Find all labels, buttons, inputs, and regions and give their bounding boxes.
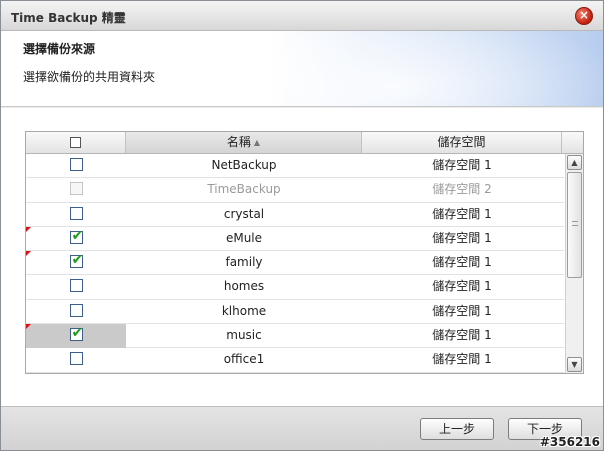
table-row[interactable]: ✔ family 儲存空間 1 <box>26 251 564 276</box>
row-checkbox-cell: ✔ <box>26 251 126 275</box>
row-name: klhome <box>221 303 267 318</box>
window-title: Time Backup 精靈 <box>11 11 126 25</box>
row-checkbox-cell <box>26 154 126 178</box>
row-checkbox[interactable] <box>69 206 83 220</box>
header-spacer <box>562 132 583 153</box>
modified-flag-icon <box>26 251 31 257</box>
row-storage: 儲存空間 1 <box>432 206 492 221</box>
select-all-checkbox[interactable] <box>70 136 81 148</box>
select-all-column <box>26 132 126 153</box>
row-storage: 儲存空間 1 <box>432 230 492 245</box>
grip-icon <box>572 221 578 226</box>
scroll-up-icon[interactable]: ▲ <box>567 155 582 170</box>
storage-column-label: 儲存空間 <box>437 135 486 149</box>
row-name: NetBackup <box>211 158 277 172</box>
wizard-window: Time Backup 精靈 × 選擇備份來源 選擇欲備份的共用資料夾 名稱 ▲ … <box>0 0 604 451</box>
storage-column-header[interactable]: 儲存空間 <box>362 132 562 153</box>
name-column-label: 名稱 <box>226 135 251 149</box>
checkmark-icon: ✔ <box>71 252 84 269</box>
sort-asc-icon: ▲ <box>253 138 261 147</box>
table-row[interactable]: office1 儲存空間 1 <box>26 348 564 373</box>
table-row[interactable]: homes 儲存空間 1 <box>26 275 564 300</box>
step-description: 選擇欲備份的共用資料夾 <box>23 70 156 84</box>
row-checkbox <box>69 182 83 196</box>
row-checkbox[interactable]: ✔ <box>69 325 84 342</box>
grid-body: NetBackup 儲存空間 1 TimeBackup 儲存空間 2 crystal 儲存… <box>26 154 564 373</box>
row-storage: 儲存空間 1 <box>432 352 492 367</box>
row-name: crystal <box>223 206 265 221</box>
row-name: TimeBackup <box>207 182 281 197</box>
row-name: music <box>226 328 262 343</box>
row-checkbox[interactable] <box>69 352 83 366</box>
share-folder-grid: 名稱 ▲ 儲存空間 NetBackup 儲存空間 1 TimeBackup 儲存空間 2… <box>25 131 584 374</box>
row-checkbox[interactable]: ✔ <box>69 227 84 244</box>
step-title: 選擇備份來源 <box>23 42 96 56</box>
row-storage: 儲存空間 1 <box>432 279 492 294</box>
row-storage: 儲存空間 1 <box>432 328 492 343</box>
row-checkbox-cell: ✔ <box>26 324 126 349</box>
table-row[interactable]: klhome 儲存空間 1 <box>26 300 564 325</box>
row-storage: 儲存空間 2 <box>432 182 492 197</box>
row-name: homes <box>223 279 265 294</box>
scroll-down-icon[interactable]: ▼ <box>567 357 582 372</box>
table-row[interactable]: ✔ eMule 儲存空間 1 <box>26 226 564 252</box>
row-checkbox-cell <box>26 348 126 372</box>
row-name: eMule <box>225 230 263 245</box>
row-checkbox-cell <box>26 300 126 324</box>
row-storage: 儲存空間 1 <box>432 303 492 318</box>
row-name: office1 <box>223 352 265 367</box>
checkmark-icon: ✔ <box>71 325 84 342</box>
checkmark-icon: ✔ <box>71 227 84 244</box>
table-row[interactable]: crystal 儲存空間 1 <box>26 203 564 227</box>
row-checkbox-cell <box>26 178 126 202</box>
watermark-text: #356216 <box>539 435 600 449</box>
scrollbar-thumb[interactable] <box>567 172 582 278</box>
row-checkbox-cell <box>26 203 126 227</box>
row-checkbox[interactable] <box>69 303 83 317</box>
wizard-header: 選擇備份來源 選擇欲備份的共用資料夾 <box>1 31 603 107</box>
previous-button[interactable]: 上一步 <box>420 418 494 440</box>
content-area: 名稱 ▲ 儲存空間 NetBackup 儲存空間 1 TimeBackup 儲存空間 2… <box>1 108 603 406</box>
row-checkbox-cell <box>26 275 126 299</box>
row-checkbox-cell: ✔ <box>26 226 126 251</box>
table-row[interactable]: NetBackup 儲存空間 1 <box>26 154 564 179</box>
table-row[interactable]: ✔ music 儲存空間 1 <box>26 324 564 349</box>
row-checkbox[interactable] <box>69 279 83 293</box>
title-bar: Time Backup 精靈 × <box>1 1 603 31</box>
header-decoration <box>283 31 603 106</box>
name-column-header[interactable]: 名稱 ▲ <box>126 132 362 153</box>
row-checkbox[interactable]: ✔ <box>69 252 84 269</box>
grid-header: 名稱 ▲ 儲存空間 <box>26 132 583 154</box>
row-checkbox[interactable] <box>69 158 83 171</box>
row-storage: 儲存空間 1 <box>432 255 492 270</box>
table-row[interactable]: TimeBackup 儲存空間 2 <box>26 178 564 203</box>
vertical-scrollbar[interactable]: ▲ ▼ <box>565 154 583 373</box>
modified-flag-icon <box>26 324 31 330</box>
modified-flag-icon <box>26 226 31 232</box>
row-storage: 儲存空間 1 <box>432 158 492 172</box>
row-name: family <box>225 255 263 270</box>
wizard-footer: 上一步 下一步 #356216 <box>1 406 603 450</box>
close-icon[interactable]: × <box>575 7 593 25</box>
